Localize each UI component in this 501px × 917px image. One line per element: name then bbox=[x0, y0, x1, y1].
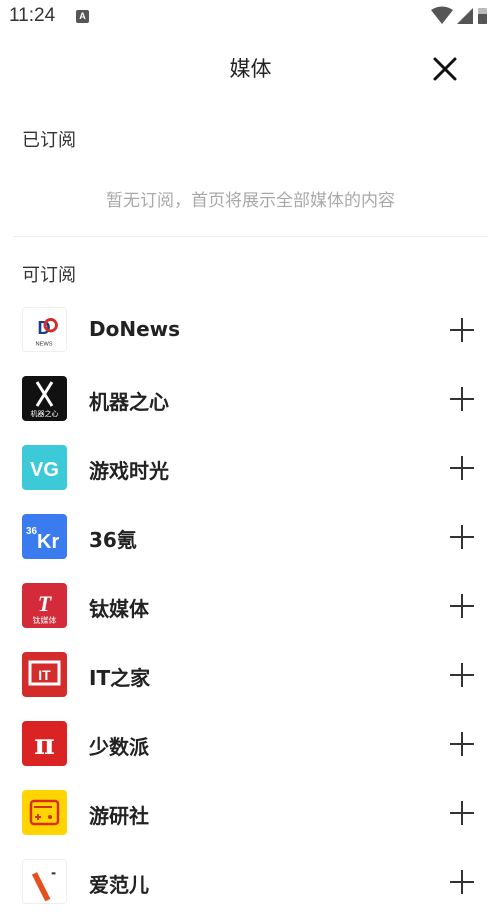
wifi-icon bbox=[431, 6, 453, 24]
media-name: 机器之心 bbox=[89, 390, 169, 414]
divider bbox=[13, 236, 488, 237]
svg-text:VG: VG bbox=[30, 459, 59, 481]
header: 媒体 bbox=[0, 36, 501, 100]
list-item[interactable]: π 少数派 bbox=[0, 710, 501, 779]
list-item[interactable]: 机器之心 机器之心 bbox=[0, 365, 501, 434]
list-item[interactable]: D NEWS DoNews bbox=[0, 296, 501, 365]
available-heading: 可订阅 bbox=[22, 265, 76, 286]
add-icon[interactable] bbox=[450, 801, 474, 825]
media-name: 游研社 bbox=[89, 804, 149, 828]
add-icon[interactable] bbox=[450, 594, 474, 618]
empty-subscriptions-text: 暂无订阅，首页将展示全部媒体的内容 bbox=[106, 191, 395, 211]
list-item[interactable]: 游研社 bbox=[0, 779, 501, 848]
subscribed-heading: 已订阅 bbox=[22, 130, 76, 151]
add-icon[interactable] bbox=[450, 870, 474, 894]
svg-text:Kr: Kr bbox=[37, 531, 59, 553]
media-name: 钛媒体 bbox=[89, 597, 149, 621]
signal-icon bbox=[457, 8, 473, 24]
sspai-logo-icon: π bbox=[22, 721, 67, 766]
list-item[interactable]: 36 Kr 36氪 bbox=[0, 503, 501, 572]
list-item[interactable]: 爱范儿 bbox=[0, 848, 501, 917]
tmtpost-logo-icon: T 钛媒体 bbox=[22, 583, 67, 628]
notification-app-icon: A bbox=[76, 10, 89, 23]
list-item[interactable]: VG 游戏时光 bbox=[0, 434, 501, 503]
add-icon[interactable] bbox=[450, 663, 474, 687]
status-icons bbox=[431, 6, 487, 24]
add-icon[interactable] bbox=[450, 525, 474, 549]
add-icon[interactable] bbox=[450, 318, 474, 342]
media-name: DoNews bbox=[89, 317, 181, 341]
add-icon[interactable] bbox=[450, 387, 474, 411]
svg-text:36: 36 bbox=[26, 526, 38, 537]
list-item[interactable]: IT IT之家 bbox=[0, 641, 501, 710]
svg-text:NEWS: NEWS bbox=[35, 341, 52, 347]
vgtime-logo-icon: VG bbox=[22, 445, 67, 490]
add-icon[interactable] bbox=[450, 732, 474, 756]
svg-text:π: π bbox=[34, 728, 55, 761]
yystv-logo-icon bbox=[22, 790, 67, 835]
36kr-logo-icon: 36 Kr bbox=[22, 514, 67, 559]
jiqizhixin-logo-icon: 机器之心 bbox=[22, 376, 67, 421]
ifanr-logo-icon bbox=[22, 859, 67, 904]
status-bar: 11:24 A bbox=[0, 0, 501, 36]
svg-text:钛媒体: 钛媒体 bbox=[33, 615, 57, 625]
media-name: 爱范儿 bbox=[89, 873, 149, 897]
media-name: 36氪 bbox=[89, 528, 137, 552]
media-name: 游戏时光 bbox=[89, 459, 169, 483]
add-icon[interactable] bbox=[450, 456, 474, 480]
svg-text:机器之心: 机器之心 bbox=[31, 409, 59, 418]
svg-text:IT: IT bbox=[38, 667, 51, 683]
svg-text:T: T bbox=[38, 591, 53, 616]
media-name: IT之家 bbox=[89, 666, 151, 690]
close-icon[interactable] bbox=[428, 52, 462, 86]
list-item[interactable]: T 钛媒体 钛媒体 bbox=[0, 572, 501, 641]
page-title: 媒体 bbox=[229, 57, 272, 81]
status-time: 11:24 bbox=[9, 5, 56, 26]
media-name: 少数派 bbox=[89, 735, 149, 759]
donews-logo-icon: D NEWS bbox=[22, 307, 67, 352]
ithome-logo-icon: IT bbox=[22, 652, 67, 697]
